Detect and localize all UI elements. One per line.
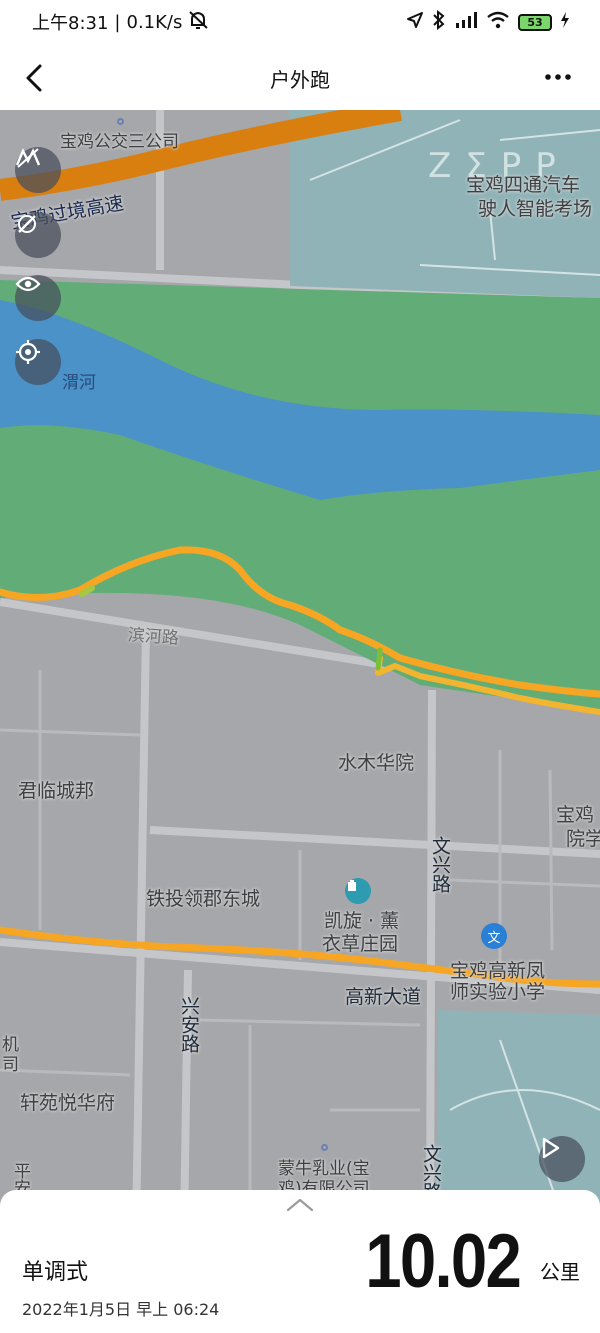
map-label-tietou: 铁投领郡东城 [146, 888, 261, 910]
map-label-school-right-2: 院学 [566, 828, 600, 850]
top-nav-bar: 户外跑 [0, 44, 600, 110]
map-layer-button[interactable] [15, 147, 61, 193]
expand-sheet-handle[interactable] [284, 1196, 316, 1216]
locate-button[interactable] [15, 339, 61, 385]
more-horizontal-icon [545, 74, 571, 80]
school-poi-icon[interactable]: 文 [481, 923, 507, 949]
location-arrow-icon [406, 11, 424, 34]
distance-unit: 公里 [540, 1260, 580, 1284]
map-layer-icon [15, 148, 41, 168]
play-track-button[interactable] [539, 1136, 585, 1182]
wifi-icon [486, 11, 510, 34]
map-label-bus-company: 宝鸡公交三公司 [60, 132, 179, 152]
network-speed: 0.1K/s [126, 11, 183, 33]
map-label-shuimu: 水木华院 [338, 752, 415, 774]
map-label-driving-school-2: 驶人智能考场 [478, 198, 593, 220]
map-label-xingan-road: 兴安路 [178, 996, 200, 1053]
map-label-school-right-1: 宝鸡 [556, 804, 595, 826]
locate-icon [16, 340, 40, 364]
status-divider: | [114, 11, 121, 33]
route-map[interactable]: ZΣPP 宝鸡公交三公司 宝鸡过境高速 宝鸡四通汽车 驶人智能考场 渭河 滨河路… [0, 110, 600, 1230]
map-label-xuanyuan: 轩苑悦华府 [20, 1092, 116, 1114]
map-label-wenxing-road: 文兴路 [429, 836, 451, 893]
map-label-binhe-road: 滨河路 [127, 625, 180, 649]
poi-dot [117, 118, 124, 125]
bluetooth-icon [432, 9, 446, 35]
map-label-kaixuan-2: 衣草庄园 [322, 933, 399, 955]
map-label-driving-school-1: 宝鸡四通汽车 [466, 174, 581, 196]
residence-poi-icon[interactable] [345, 878, 371, 904]
eye-icon [15, 276, 41, 292]
workout-summary-sheet[interactable]: 单调式 2022年1月5日 早上 06:24 10.02 公里 [0, 1190, 600, 1333]
distance-value: 10.02 [365, 1219, 522, 1304]
chevron-up-icon [286, 1198, 314, 1212]
status-bar: 上午8:31 | 0.1K/s 53 [0, 0, 600, 44]
mute-icon [188, 10, 210, 35]
poi-dot [321, 1144, 328, 1151]
status-time: 上午8:31 [32, 13, 109, 34]
view-toggle-button[interactable] [15, 275, 61, 321]
charging-icon [560, 11, 570, 34]
eye-off-icon [18, 215, 36, 233]
workout-name: 单调式 [22, 1260, 89, 1285]
more-options-button[interactable] [538, 62, 578, 92]
cellular-signal-icon [454, 11, 478, 34]
page-title: 户外跑 [270, 68, 330, 92]
map-label-junlin: 君临城邦 [18, 780, 95, 802]
map-canvas [0, 110, 600, 1230]
toggle-route-button[interactable] [15, 212, 61, 258]
battery-indicator: 53 [518, 13, 552, 31]
map-label-left-company-2: 司 [2, 1055, 19, 1075]
play-icon [542, 1137, 560, 1159]
map-label-gaoxin-road: 高新大道 [345, 986, 422, 1008]
map-label-primary-school-2: 师实验小学 [450, 981, 546, 1003]
workout-date: 2022年1月5日 早上 06:24 [22, 1300, 220, 1319]
map-label-river: 渭河 [62, 373, 96, 393]
